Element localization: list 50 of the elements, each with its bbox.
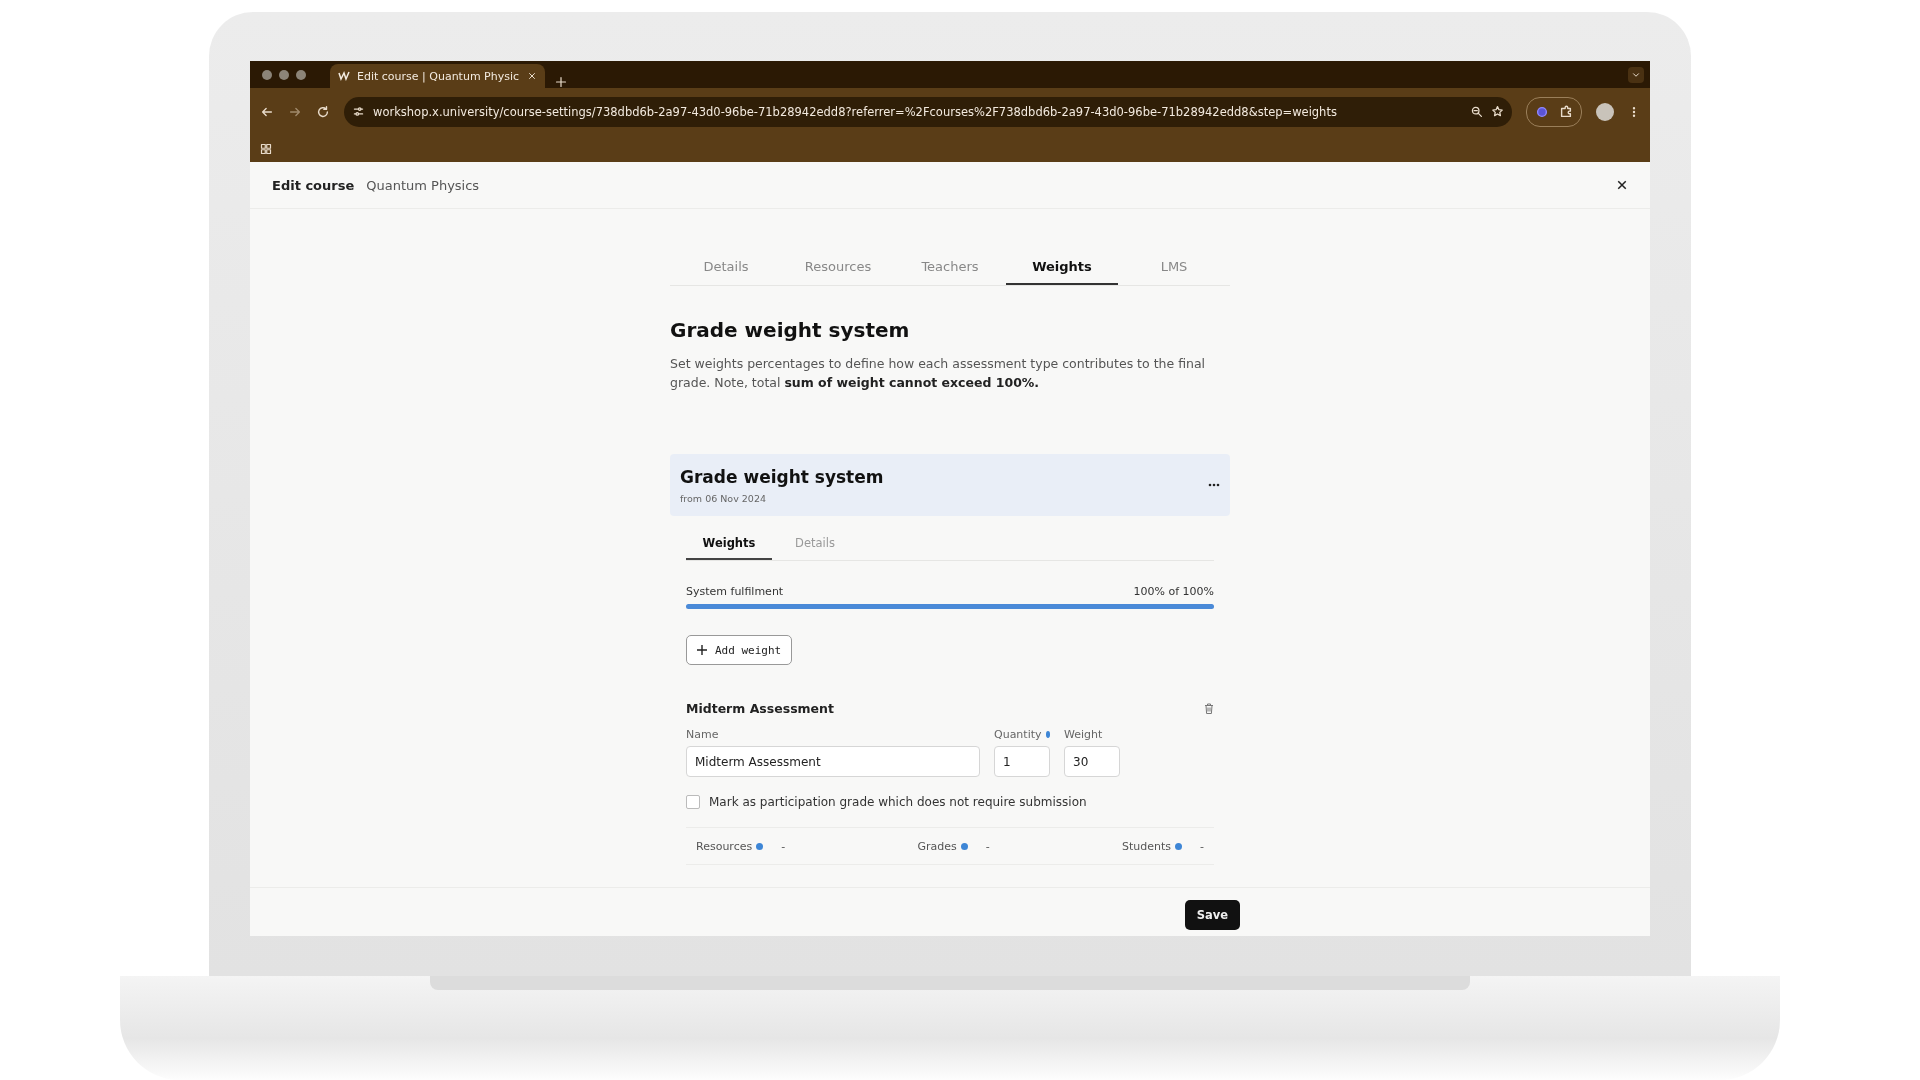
zoom-icon[interactable] [1470,105,1483,118]
reload-icon[interactable] [316,104,330,119]
puzzle-icon[interactable] [1559,104,1573,119]
stat-value: - [985,839,990,853]
trash-icon[interactable] [1204,703,1214,714]
more-icon[interactable] [1208,483,1220,487]
input-field[interactable]: Midterm Assessment [686,746,980,777]
plus-icon[interactable] [555,76,567,88]
input-field[interactable]: 1 [994,746,1050,777]
description: Set weights percentages to define how each assessment type contributes to the final grade. Note, total sum of weight cannot exceed 100%. [670,355,1207,392]
weight-title: Midterm Assessment [686,701,835,716]
progress-reading: 100% of 100% [1133,585,1214,598]
card-title: Grade weight system [680,466,885,487]
stat-label: Students [1121,839,1171,853]
site-settings-icon[interactable] [352,105,365,118]
info-dot-icon [1045,731,1050,738]
close-button[interactable] [1616,179,1628,191]
info-dot-icon [1175,842,1182,850]
course-name: Quantum Physics [366,177,480,193]
tab[interactable]: Weights [686,528,772,560]
input-field[interactable]: 30 [1064,746,1120,777]
plus-icon [697,645,707,655]
window-maximize-button[interactable] [296,69,306,80]
field-label: Weight [1064,728,1103,741]
stat-value: - [781,839,786,853]
site-logo-icon [338,71,350,81]
card-date: from 06 Nov 2024 [680,492,767,504]
field-label: Quantity [994,728,1042,741]
checkbox[interactable] [686,795,700,809]
info-dot-icon [756,842,764,850]
add-weight-button[interactable]: Add weight [686,635,793,665]
window-minimize-button[interactable] [279,69,289,80]
progress-label: System fulfilment [686,585,784,598]
profile-avatar[interactable] [1596,102,1614,121]
page-title: Edit course [272,177,355,193]
star-icon[interactable] [1491,105,1504,118]
close-icon[interactable] [527,71,537,81]
checkbox-label: Mark as participation grade which does not require submission [709,795,1087,809]
save-button[interactable]: Save [1184,900,1240,930]
section-heading: Grade weight system [670,318,911,342]
tab[interactable]: Weights [1006,249,1118,285]
stat-value: - [1200,839,1204,853]
field-label: Name [686,728,719,741]
browser-tab[interactable]: Edit course | Quantum Physic [330,64,545,88]
apps-grid-icon[interactable] [260,142,272,155]
address-bar[interactable]: workshop.x.university/course-settings/738dbd6b-2a97-43d0-96be-71b28942edd8?referrer=%2Fcourses%2F738dbd6b-2a97-43d0-96be-71b28942edd8&step=weights [344,96,1512,127]
stat-label: Grades [917,839,957,853]
info-dot-icon [960,842,968,850]
window-close-button[interactable] [262,69,272,80]
stat-label: Resources [696,839,753,853]
